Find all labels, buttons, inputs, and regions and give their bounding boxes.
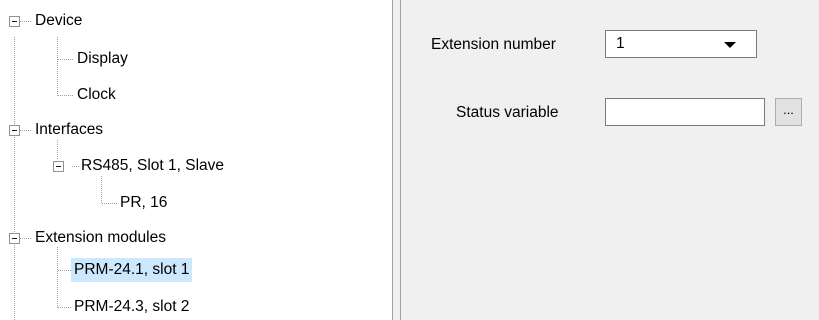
extension-number-value: 1 bbox=[616, 35, 625, 52]
collapse-toggle-extension-modules[interactable] bbox=[9, 233, 20, 244]
tree-node-prm-24-1[interactable]: PRM-24.1, slot 1 bbox=[71, 258, 193, 282]
tree-node-pr-16[interactable]: PR, 16 bbox=[117, 191, 170, 215]
tree-node-interfaces[interactable]: Interfaces bbox=[32, 118, 106, 142]
tree-node-display[interactable]: Display bbox=[74, 47, 131, 71]
tree-node-rs485[interactable]: RS485, Slot 1, Slave bbox=[78, 154, 227, 178]
pane-splitter[interactable] bbox=[392, 0, 401, 320]
status-variable-input[interactable] bbox=[605, 98, 765, 126]
tree-node-extension-modules[interactable]: Extension modules bbox=[32, 226, 169, 250]
tree-node-device[interactable]: Device bbox=[32, 9, 85, 33]
properties-pane: Extension number 1 Status variable ... bbox=[401, 0, 819, 320]
status-variable-label: Status variable bbox=[456, 104, 559, 121]
tree-node-clock[interactable]: Clock bbox=[74, 83, 119, 107]
extension-number-dropdown[interactable]: 1 bbox=[605, 30, 757, 58]
extension-number-label: Extension number bbox=[431, 36, 556, 53]
collapse-toggle-interfaces[interactable] bbox=[9, 125, 20, 136]
tree-node-prm-24-3[interactable]: PRM-24.3, slot 2 bbox=[71, 295, 192, 319]
browse-button[interactable]: ... bbox=[775, 98, 802, 126]
tree-pane: Device Display Clock Interfaces RS485, S… bbox=[0, 0, 392, 320]
chevron-down-icon bbox=[724, 42, 736, 48]
collapse-toggle-device[interactable] bbox=[9, 16, 20, 27]
collapse-toggle-rs485[interactable] bbox=[53, 161, 64, 172]
